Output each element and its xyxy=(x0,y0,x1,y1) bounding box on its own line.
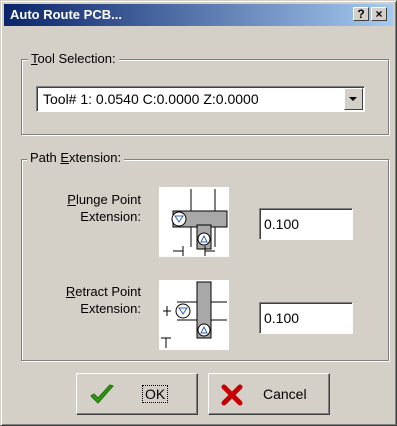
cancel-label: Cancel xyxy=(263,386,307,402)
auto-route-dialog: Auto Route PCB... ? × Tool Selection: To… xyxy=(0,0,397,426)
title-bar[interactable]: Auto Route PCB... ? × xyxy=(4,4,393,26)
dropdown-button[interactable] xyxy=(344,88,363,110)
help-icon: ? xyxy=(357,7,365,21)
plunge-diagram-icon xyxy=(159,187,229,257)
ok-label: OK xyxy=(141,385,169,403)
tool-selection-label: Tool Selection: xyxy=(28,51,119,66)
retract-point-label: Retract Point Extension: xyxy=(65,284,141,316)
plunge-extension-input[interactable]: 0.100 xyxy=(259,208,353,240)
cancel-button[interactable]: Cancel xyxy=(208,373,330,415)
ok-button[interactable]: OK xyxy=(76,373,198,415)
help-button[interactable]: ? xyxy=(353,7,369,21)
dialog-title: Auto Route PCB... xyxy=(10,7,122,22)
dropdown-arrow-icon xyxy=(349,97,357,101)
selected-tool-value: Tool# 1: 0.0540 C:0.0000 Z:0.0000 xyxy=(43,91,259,107)
close-button[interactable]: × xyxy=(371,7,387,21)
plunge-point-label: Plunge Point Extension: xyxy=(67,192,141,224)
retract-diagram-icon xyxy=(159,280,229,350)
path-extension-label: Path Extension: xyxy=(27,150,125,165)
tool-select-dropdown[interactable]: Tool# 1: 0.0540 C:0.0000 Z:0.0000 xyxy=(36,86,365,112)
x-icon xyxy=(221,384,243,406)
checkmark-icon xyxy=(90,384,114,404)
retract-extension-input[interactable]: 0.100 xyxy=(259,302,353,334)
close-icon: × xyxy=(375,7,383,21)
